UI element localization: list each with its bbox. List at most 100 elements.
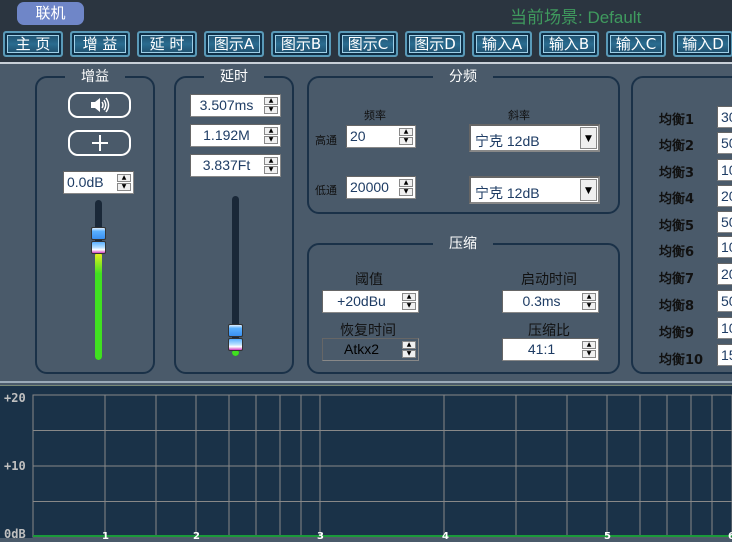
- spin-down-icon[interactable]: ▼: [264, 136, 278, 144]
- threshold-spinbox[interactable]: +20dBu ▲ ▼: [322, 290, 419, 313]
- top-bar: 联机 当前场景: Default: [0, 0, 732, 28]
- lowpass-freq-spinbox[interactable]: 20000 ▲ ▼: [346, 176, 416, 199]
- spin-up-icon[interactable]: ▲: [402, 293, 416, 301]
- lowpass-slope-dropdown[interactable]: 宁克 12dB ▼: [469, 176, 600, 204]
- eq-value[interactable]: 10: [717, 236, 732, 258]
- gain-value-spinbox[interactable]: 0.0dB ▲ ▼: [63, 171, 134, 194]
- spin-down-icon[interactable]: ▼: [582, 302, 596, 310]
- mute-button[interactable]: [68, 92, 131, 118]
- tab-gain[interactable]: 增 益: [70, 31, 130, 57]
- eq-value[interactable]: 10: [717, 159, 732, 181]
- tab-graph-b[interactable]: 图示B: [271, 31, 331, 57]
- highpass-slope-dropdown[interactable]: 宁克 12dB ▼: [469, 124, 600, 152]
- tab-home[interactable]: 主 页: [3, 31, 63, 57]
- delay-title: 延时: [204, 68, 264, 86]
- spin-down-icon[interactable]: ▼: [399, 188, 413, 196]
- delay-feet-spinbox[interactable]: 3.837Ft ▲ ▼: [190, 154, 281, 177]
- gain-title: 增益: [65, 68, 125, 86]
- threshold-label: 阈值: [355, 272, 383, 288]
- spin-down-icon[interactable]: ▼: [399, 137, 413, 145]
- nav-bar: 主 页 增 益 延 时 图示A 图示B 图示C 图示D 输入A 输入B 输入C …: [0, 28, 732, 62]
- delay-feet-value: 3.837Ft: [202, 157, 251, 173]
- eq-label: 均衡8: [659, 299, 695, 314]
- x-tick-label: 5: [604, 531, 611, 542]
- tab-input-a[interactable]: 输入A: [472, 31, 532, 57]
- delay-time-value: 3.507ms: [199, 97, 254, 113]
- tab-graph-a[interactable]: 图示A: [204, 31, 264, 57]
- crossover-title: 分频: [433, 68, 493, 86]
- eq-label: 均衡6: [659, 245, 695, 260]
- attack-label: 启动时间: [521, 272, 577, 288]
- tab-input-b[interactable]: 输入B: [539, 31, 599, 57]
- spin-down-icon[interactable]: ▼: [402, 350, 416, 358]
- eq-value[interactable]: 50: [717, 132, 732, 154]
- ratio-spinbox[interactable]: 41:1 ▲ ▼: [502, 338, 599, 361]
- frequency-response-graph: +20 +10 0dB 1 2 3 4 5 6: [0, 386, 732, 542]
- eq-label: 均衡4: [659, 192, 695, 207]
- highpass-freq-spinbox[interactable]: 20 ▲ ▼: [346, 125, 416, 148]
- spin-up-icon[interactable]: ▲: [399, 128, 413, 136]
- lowpass-freq-value: 20000: [350, 179, 389, 195]
- spin-up-icon[interactable]: ▲: [402, 341, 416, 349]
- eq-label: 均衡5: [659, 219, 695, 234]
- highpass-freq-value: 20: [350, 128, 366, 144]
- delay-slider-thumb[interactable]: [228, 323, 243, 351]
- spin-up-icon[interactable]: ▲: [582, 293, 596, 301]
- separator: [0, 381, 732, 383]
- eq-value[interactable]: 10: [717, 317, 732, 339]
- gain-value: 0.0dB: [67, 174, 104, 190]
- threshold-value: +20dBu: [337, 293, 386, 309]
- lowpass-slope-value: 宁克 12dB: [475, 185, 540, 201]
- spin-up-icon[interactable]: ▲: [399, 179, 413, 187]
- spin-up-icon[interactable]: ▲: [264, 127, 278, 135]
- chevron-down-icon[interactable]: ▼: [580, 179, 597, 201]
- eq-value[interactable]: 20: [717, 185, 732, 207]
- delay-meters-value: 1.192M: [203, 127, 250, 143]
- connect-button[interactable]: 联机: [17, 2, 84, 25]
- spin-up-icon[interactable]: ▲: [117, 174, 131, 182]
- x-tick-label: 1: [102, 531, 109, 542]
- spin-up-icon[interactable]: ▲: [264, 97, 278, 105]
- eq-label: 均衡2: [659, 139, 695, 154]
- spin-down-icon[interactable]: ▼: [264, 106, 278, 114]
- delay-time-spinbox[interactable]: 3.507ms ▲ ▼: [190, 94, 281, 117]
- tab-delay[interactable]: 延 时: [137, 31, 197, 57]
- attack-value: 0.3ms: [522, 293, 561, 309]
- eq-value[interactable]: 20: [717, 263, 732, 285]
- ratio-label: 压缩比: [528, 323, 570, 339]
- spin-down-icon[interactable]: ▼: [264, 166, 278, 174]
- x-tick-label: 4: [442, 531, 449, 542]
- spin-down-icon[interactable]: ▼: [582, 350, 596, 358]
- spin-up-icon[interactable]: ▲: [264, 157, 278, 165]
- attack-spinbox[interactable]: 0.3ms ▲ ▼: [502, 290, 599, 313]
- chevron-down-icon[interactable]: ▼: [580, 127, 597, 149]
- tab-input-d[interactable]: 输入D: [673, 31, 732, 57]
- highpass-slope-value: 宁克 12dB: [475, 133, 540, 149]
- delay-meters-spinbox[interactable]: 1.192M ▲ ▼: [190, 124, 281, 147]
- spin-up-icon[interactable]: ▲: [582, 341, 596, 349]
- eq-label: 均衡1: [659, 113, 695, 128]
- eq-value[interactable]: 15: [717, 344, 732, 366]
- eq-value[interactable]: 50: [717, 290, 732, 312]
- eq-value[interactable]: 50: [717, 211, 732, 233]
- highpass-label: 高通: [315, 134, 337, 147]
- freq-header: 频率: [364, 109, 386, 122]
- eq-label: 均衡10: [659, 353, 704, 368]
- release-spinbox[interactable]: Atkx2 ▲ ▼: [322, 338, 419, 361]
- x-tick-label: 6: [728, 531, 732, 542]
- eq-value[interactable]: 30: [717, 106, 732, 128]
- speaker-icon: [88, 97, 112, 119]
- tab-graph-d[interactable]: 图示D: [405, 31, 465, 57]
- gain-level-fill: [95, 252, 102, 360]
- tab-graph-c[interactable]: 图示C: [338, 31, 398, 57]
- separator: [0, 62, 732, 64]
- x-tick-label: 3: [317, 531, 324, 542]
- polarity-button[interactable]: [68, 130, 131, 156]
- tab-input-c[interactable]: 输入C: [606, 31, 666, 57]
- spin-down-icon[interactable]: ▼: [117, 183, 131, 191]
- current-scene-label: 当前场景: Default: [510, 8, 642, 27]
- eq-label: 均衡9: [659, 326, 695, 341]
- release-label: 恢复时间: [340, 323, 396, 339]
- gain-slider-thumb[interactable]: [91, 227, 106, 254]
- spin-down-icon[interactable]: ▼: [402, 302, 416, 310]
